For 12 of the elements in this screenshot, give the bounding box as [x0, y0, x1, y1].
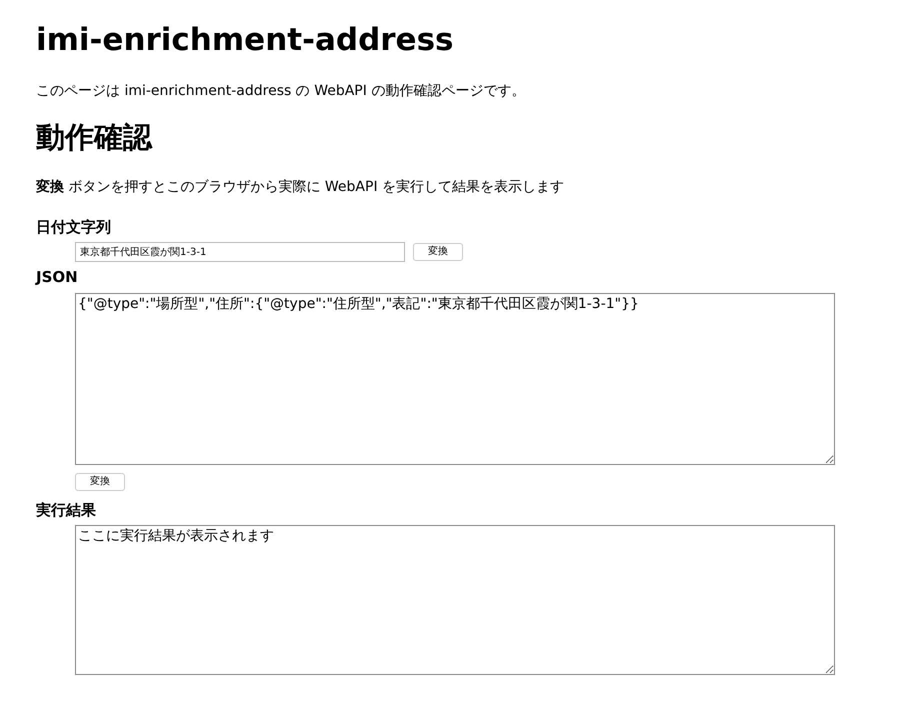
section-heading: 動作確認 — [36, 120, 154, 155]
convert-button[interactable]: 変換 — [75, 472, 125, 491]
field-label: 日付文字列 — [36, 216, 112, 238]
address-input-field[interactable]: 東京都千代田区霞が関1-3-1 — [75, 242, 405, 262]
result-text-area[interactable]: ここに実行結果が表示されます — [75, 525, 835, 676]
page-title: imi-enrichment-address — [36, 22, 454, 60]
json-text-area[interactable]: {"@type":"場所型","住所":{"@type":"住所型","表記":"東京都千代田区霞が関1-3-1"}} — [75, 292, 835, 465]
field-label: 実行結果 — [36, 500, 97, 521]
field-label: JSON — [36, 267, 79, 288]
intro-text: このページは imi-enrichment-address の WebAPI の動作確認ページです。 — [36, 82, 526, 102]
instruction-text: 変換 ボタンを押すとこのブラウザから実際に WebAPI を実行して結果を表示します — [36, 178, 566, 197]
convert-button[interactable]: 変換 — [413, 243, 463, 262]
